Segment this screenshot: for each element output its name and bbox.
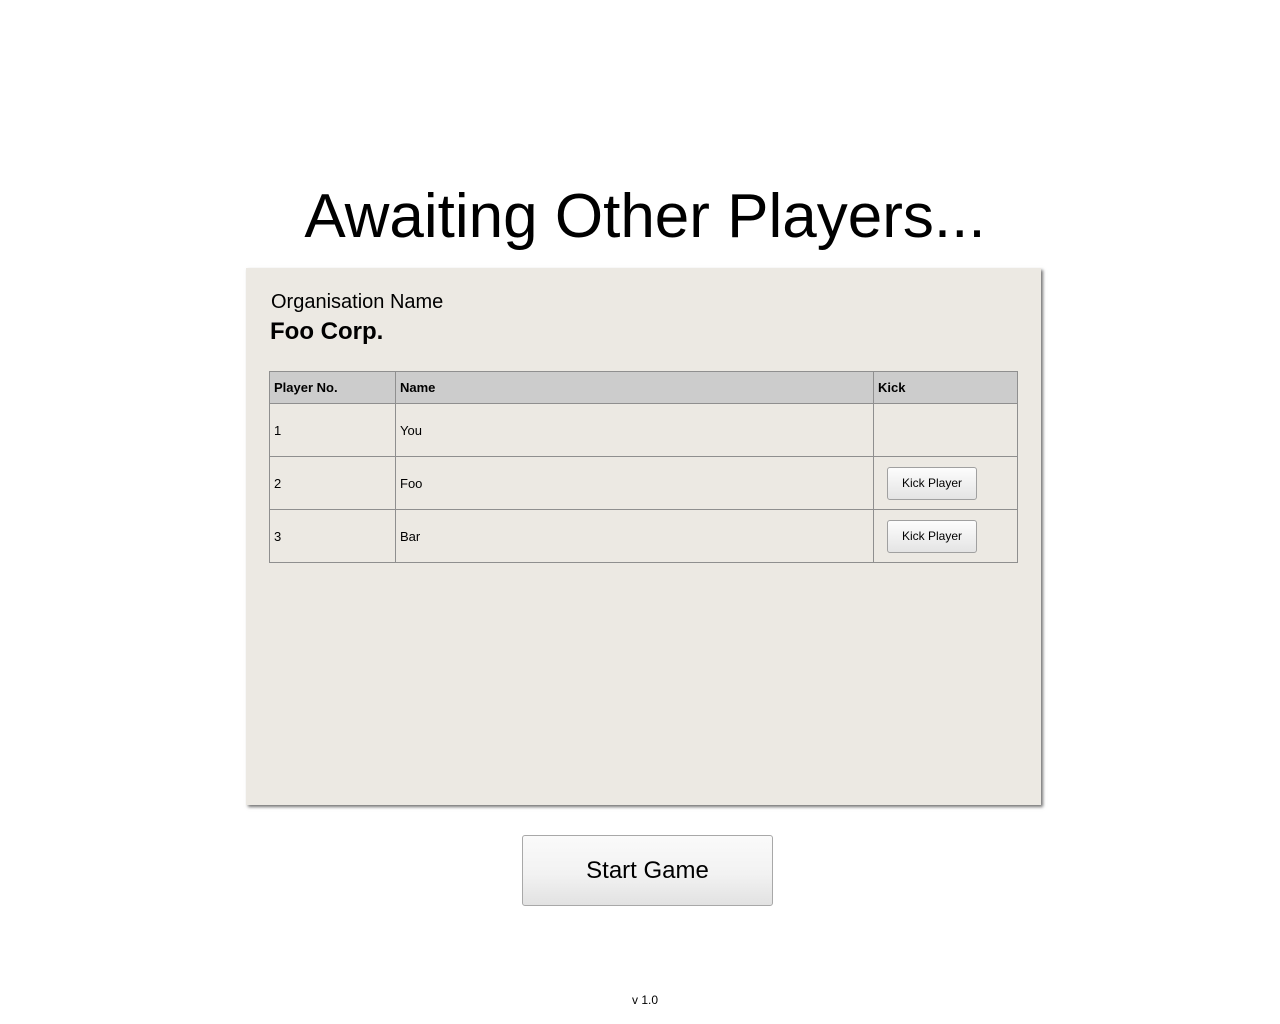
kick-cell: Kick Player xyxy=(873,456,1018,510)
kick-cell-empty xyxy=(873,403,1018,457)
table-row: 2 Foo Kick Player xyxy=(269,456,1018,510)
organisation-name: Foo Corp. xyxy=(270,318,384,345)
kick-player-button[interactable]: Kick Player xyxy=(887,519,977,553)
lobby-panel: Organisation Name Foo Corp. Player No. N… xyxy=(246,268,1041,805)
header-name: Name xyxy=(395,371,874,404)
players-table-header-row: Player No. Name Kick xyxy=(269,371,1018,404)
header-player-no: Player No. xyxy=(269,371,396,404)
player-number-cell: 2 xyxy=(269,456,396,510)
start-game-button[interactable]: Start Game xyxy=(522,835,773,906)
page-title: Awaiting Other Players... xyxy=(304,182,986,251)
waiting-room-page: Awaiting Other Players... Organisation N… xyxy=(0,0,1280,1024)
table-row: 1 You xyxy=(269,403,1018,457)
kick-cell: Kick Player xyxy=(873,509,1018,563)
organisation-label: Organisation Name xyxy=(271,291,444,313)
players-table: Player No. Name Kick 1 You 2 Foo Kick Pl… xyxy=(269,371,1018,563)
player-name-cell: You xyxy=(395,403,874,457)
kick-player-button[interactable]: Kick Player xyxy=(887,466,977,500)
player-number-cell: 1 xyxy=(269,403,396,457)
player-number-cell: 3 xyxy=(269,509,396,563)
table-row: 3 Bar Kick Player xyxy=(269,509,1018,563)
header-kick: Kick xyxy=(873,371,1018,404)
player-name-cell: Bar xyxy=(395,509,874,563)
version-label: v 1.0 xyxy=(631,993,658,1007)
player-name-cell: Foo xyxy=(395,456,874,510)
